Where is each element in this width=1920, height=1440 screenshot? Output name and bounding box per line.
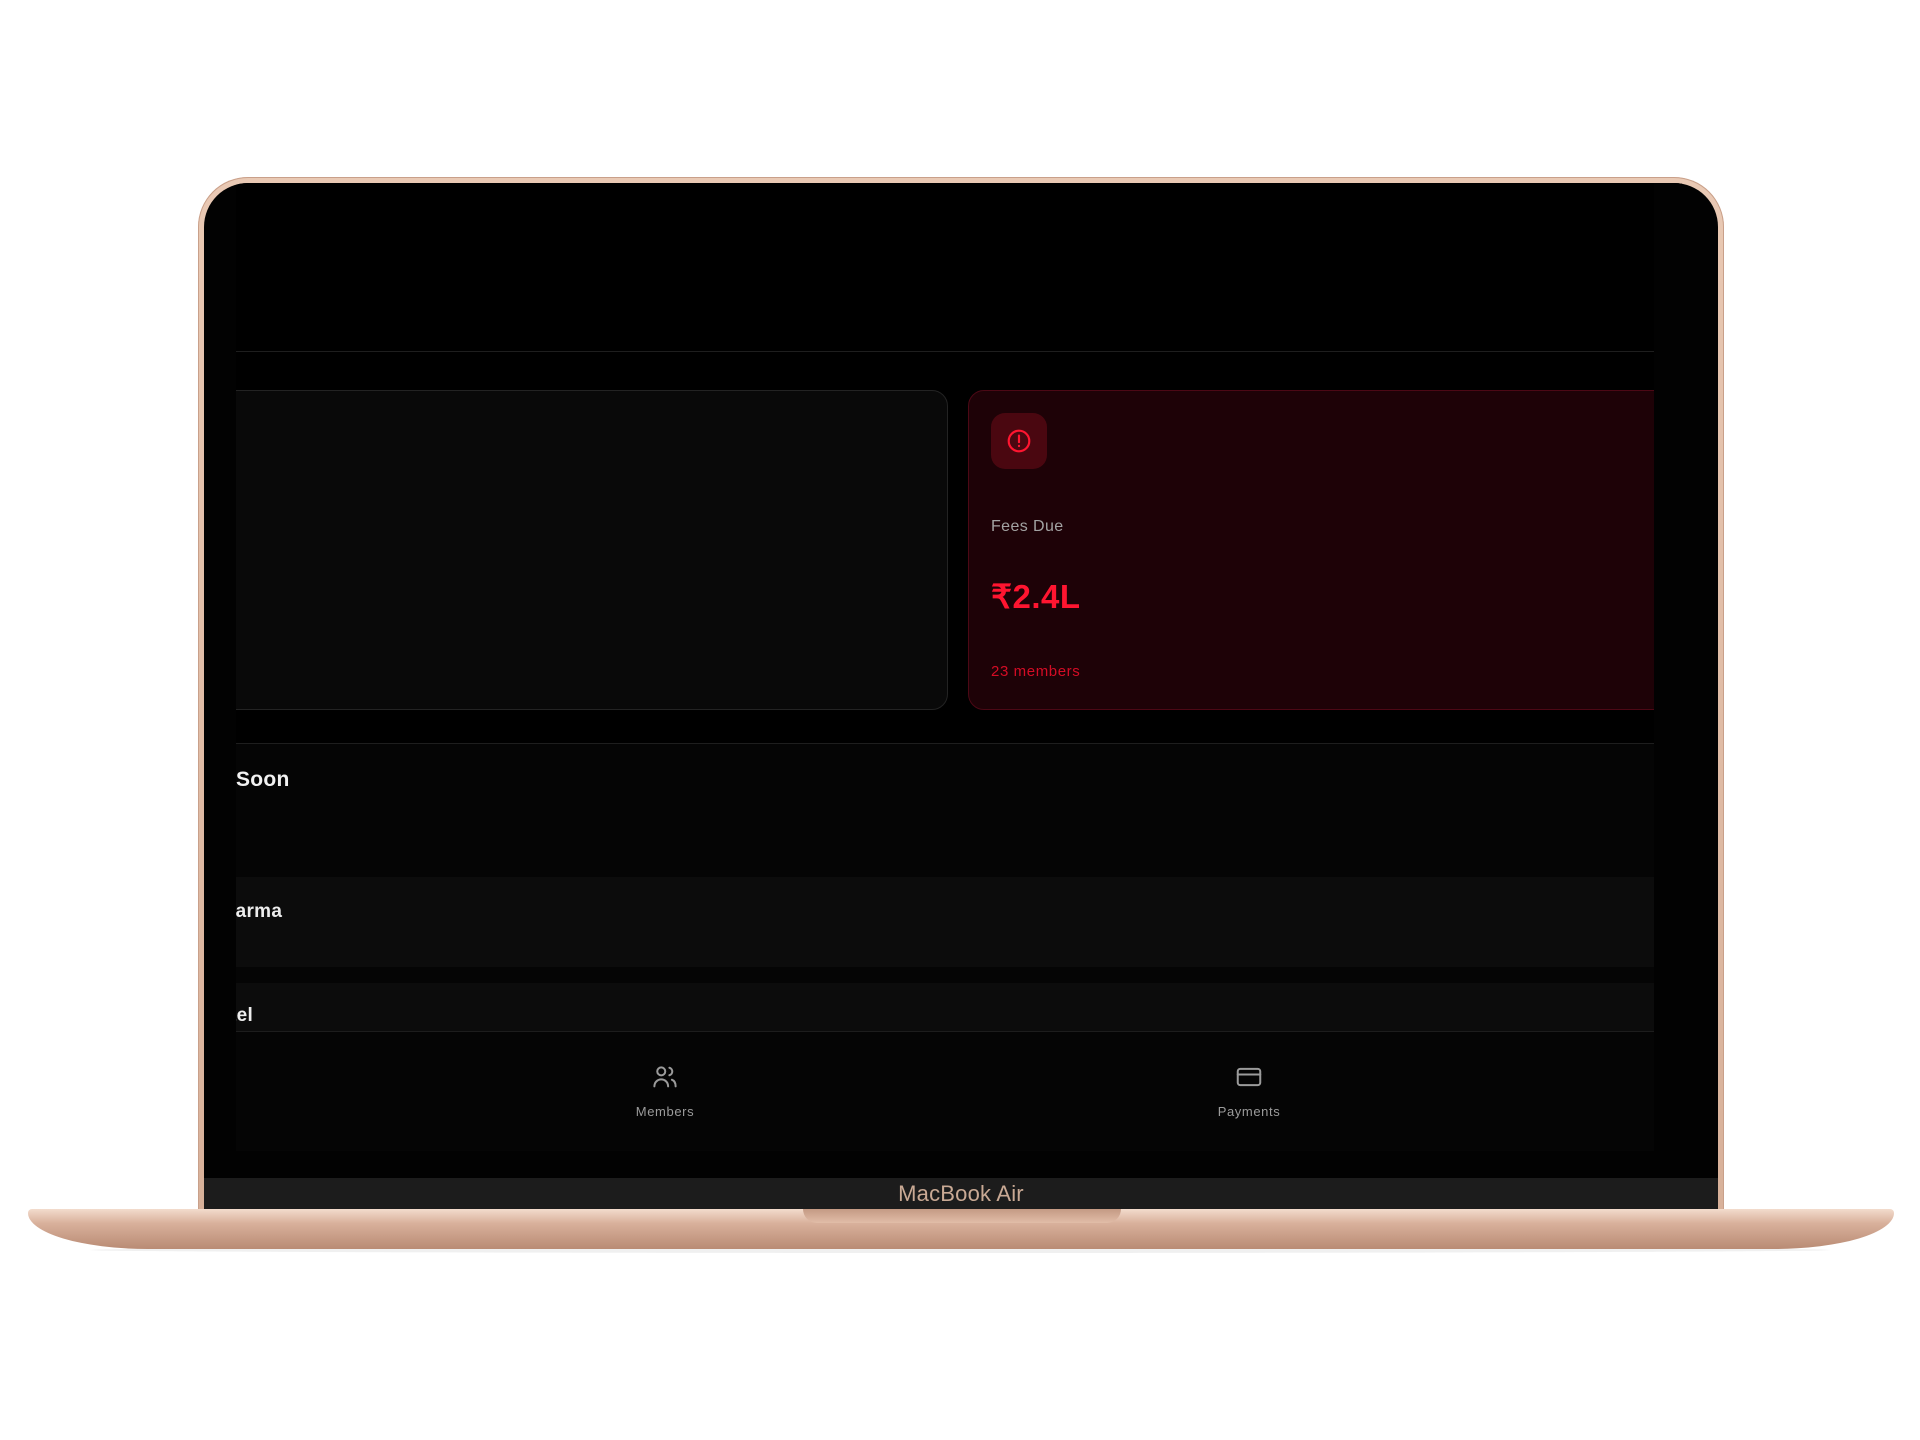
laptop-lid: Fees Due ₹2.4L 23 members Soon ıarma tel (198, 177, 1724, 1212)
laptop-hinge-notch (803, 1209, 1121, 1223)
credit-card-icon (1236, 1067, 1262, 1087)
alert-circle-icon (1007, 429, 1031, 453)
nav-payments[interactable]: Payments (1169, 1032, 1329, 1151)
app-screen: Fees Due ₹2.4L 23 members Soon ıarma tel (236, 183, 1682, 1151)
device-label: MacBook Air (898, 1181, 1024, 1206)
nav-members[interactable]: Members (585, 1032, 745, 1151)
nav-payments-label: Payments (1217, 1104, 1281, 1119)
bottom-nav: Members Payments (236, 1032, 1682, 1151)
nav-members-label: Members (635, 1104, 695, 1119)
member-name: tel (236, 1005, 254, 1026)
fees-due-label: Fees Due (991, 518, 1064, 535)
users-icon (653, 1066, 677, 1088)
laptop-bezel: Fees Due ₹2.4L 23 members Soon ıarma tel (204, 183, 1718, 1212)
fees-due-card[interactable]: Fees Due ₹2.4L 23 members (968, 390, 1682, 710)
section-title: Soon (236, 768, 290, 791)
fees-due-members: 23 members (991, 663, 1081, 680)
alert-badge (991, 413, 1047, 469)
fees-due-amount: ₹2.4L (991, 578, 1081, 615)
screen-edge (1654, 183, 1682, 1151)
list-item[interactable]: tel (236, 983, 1682, 1031)
list-item[interactable]: ıarma (236, 877, 1682, 967)
member-name: ıarma (236, 901, 283, 922)
summary-card[interactable] (236, 390, 948, 710)
header-divider (236, 351, 1682, 352)
laptop-chin: MacBook Air (204, 1178, 1718, 1212)
page: Fees Due ₹2.4L 23 members Soon ıarma tel (0, 0, 1920, 1440)
